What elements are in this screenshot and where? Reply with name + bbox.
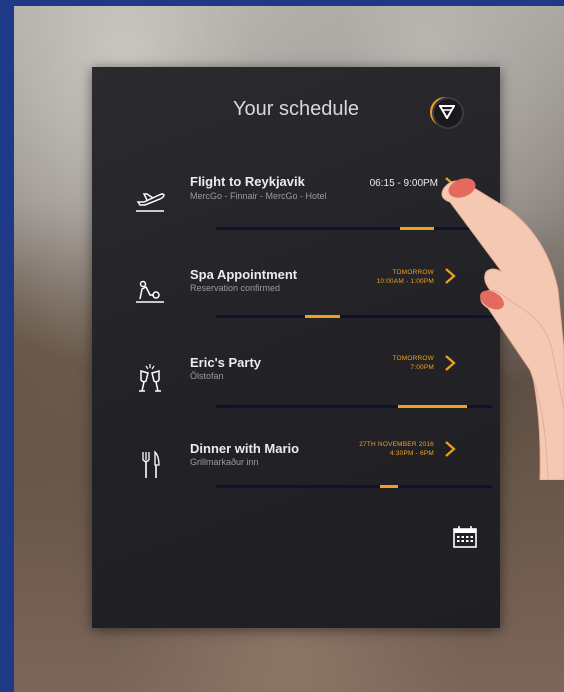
progress-fill [400,227,434,230]
progress-fill [380,485,398,488]
item-title: Eric's Party [190,355,262,370]
filter-triangle-icon [439,105,455,119]
item-title: Flight to Reykjavik [190,174,305,189]
spa-massage-icon [136,280,164,303]
champagne-glasses-icon [139,364,161,392]
item-time-range: 4:30PM - 6PM [390,450,434,457]
progress-fill [305,315,340,318]
item-title: Dinner with Mario [190,441,300,456]
item-subtitle: Ölstofan [190,371,224,381]
fork-knife-icon [142,450,160,478]
item-title: Spa Appointment [190,267,298,282]
item-time-day: TOMORROW [392,355,434,362]
item-time-date: 27TH NOVEMBER 2016 [359,441,434,448]
item-subtitle: Reservation confirmed [190,283,281,293]
pointing-hand-illustration [441,178,564,480]
filter-button[interactable] [432,97,464,129]
calendar-icon[interactable] [452,525,478,549]
item-subtitle: Grillmarkaður inn [190,457,259,467]
progress-track [216,485,492,488]
item-time: 06:15 - 9:00PM [369,178,438,189]
item-subtitle: MercGo - Finnair - MercGo - Hotel [190,191,327,201]
item-time-day: TOMORROW [392,269,434,276]
plane-departure-icon [136,193,165,212]
item-time-range: 10:00AM - 1:00PM [376,278,434,285]
